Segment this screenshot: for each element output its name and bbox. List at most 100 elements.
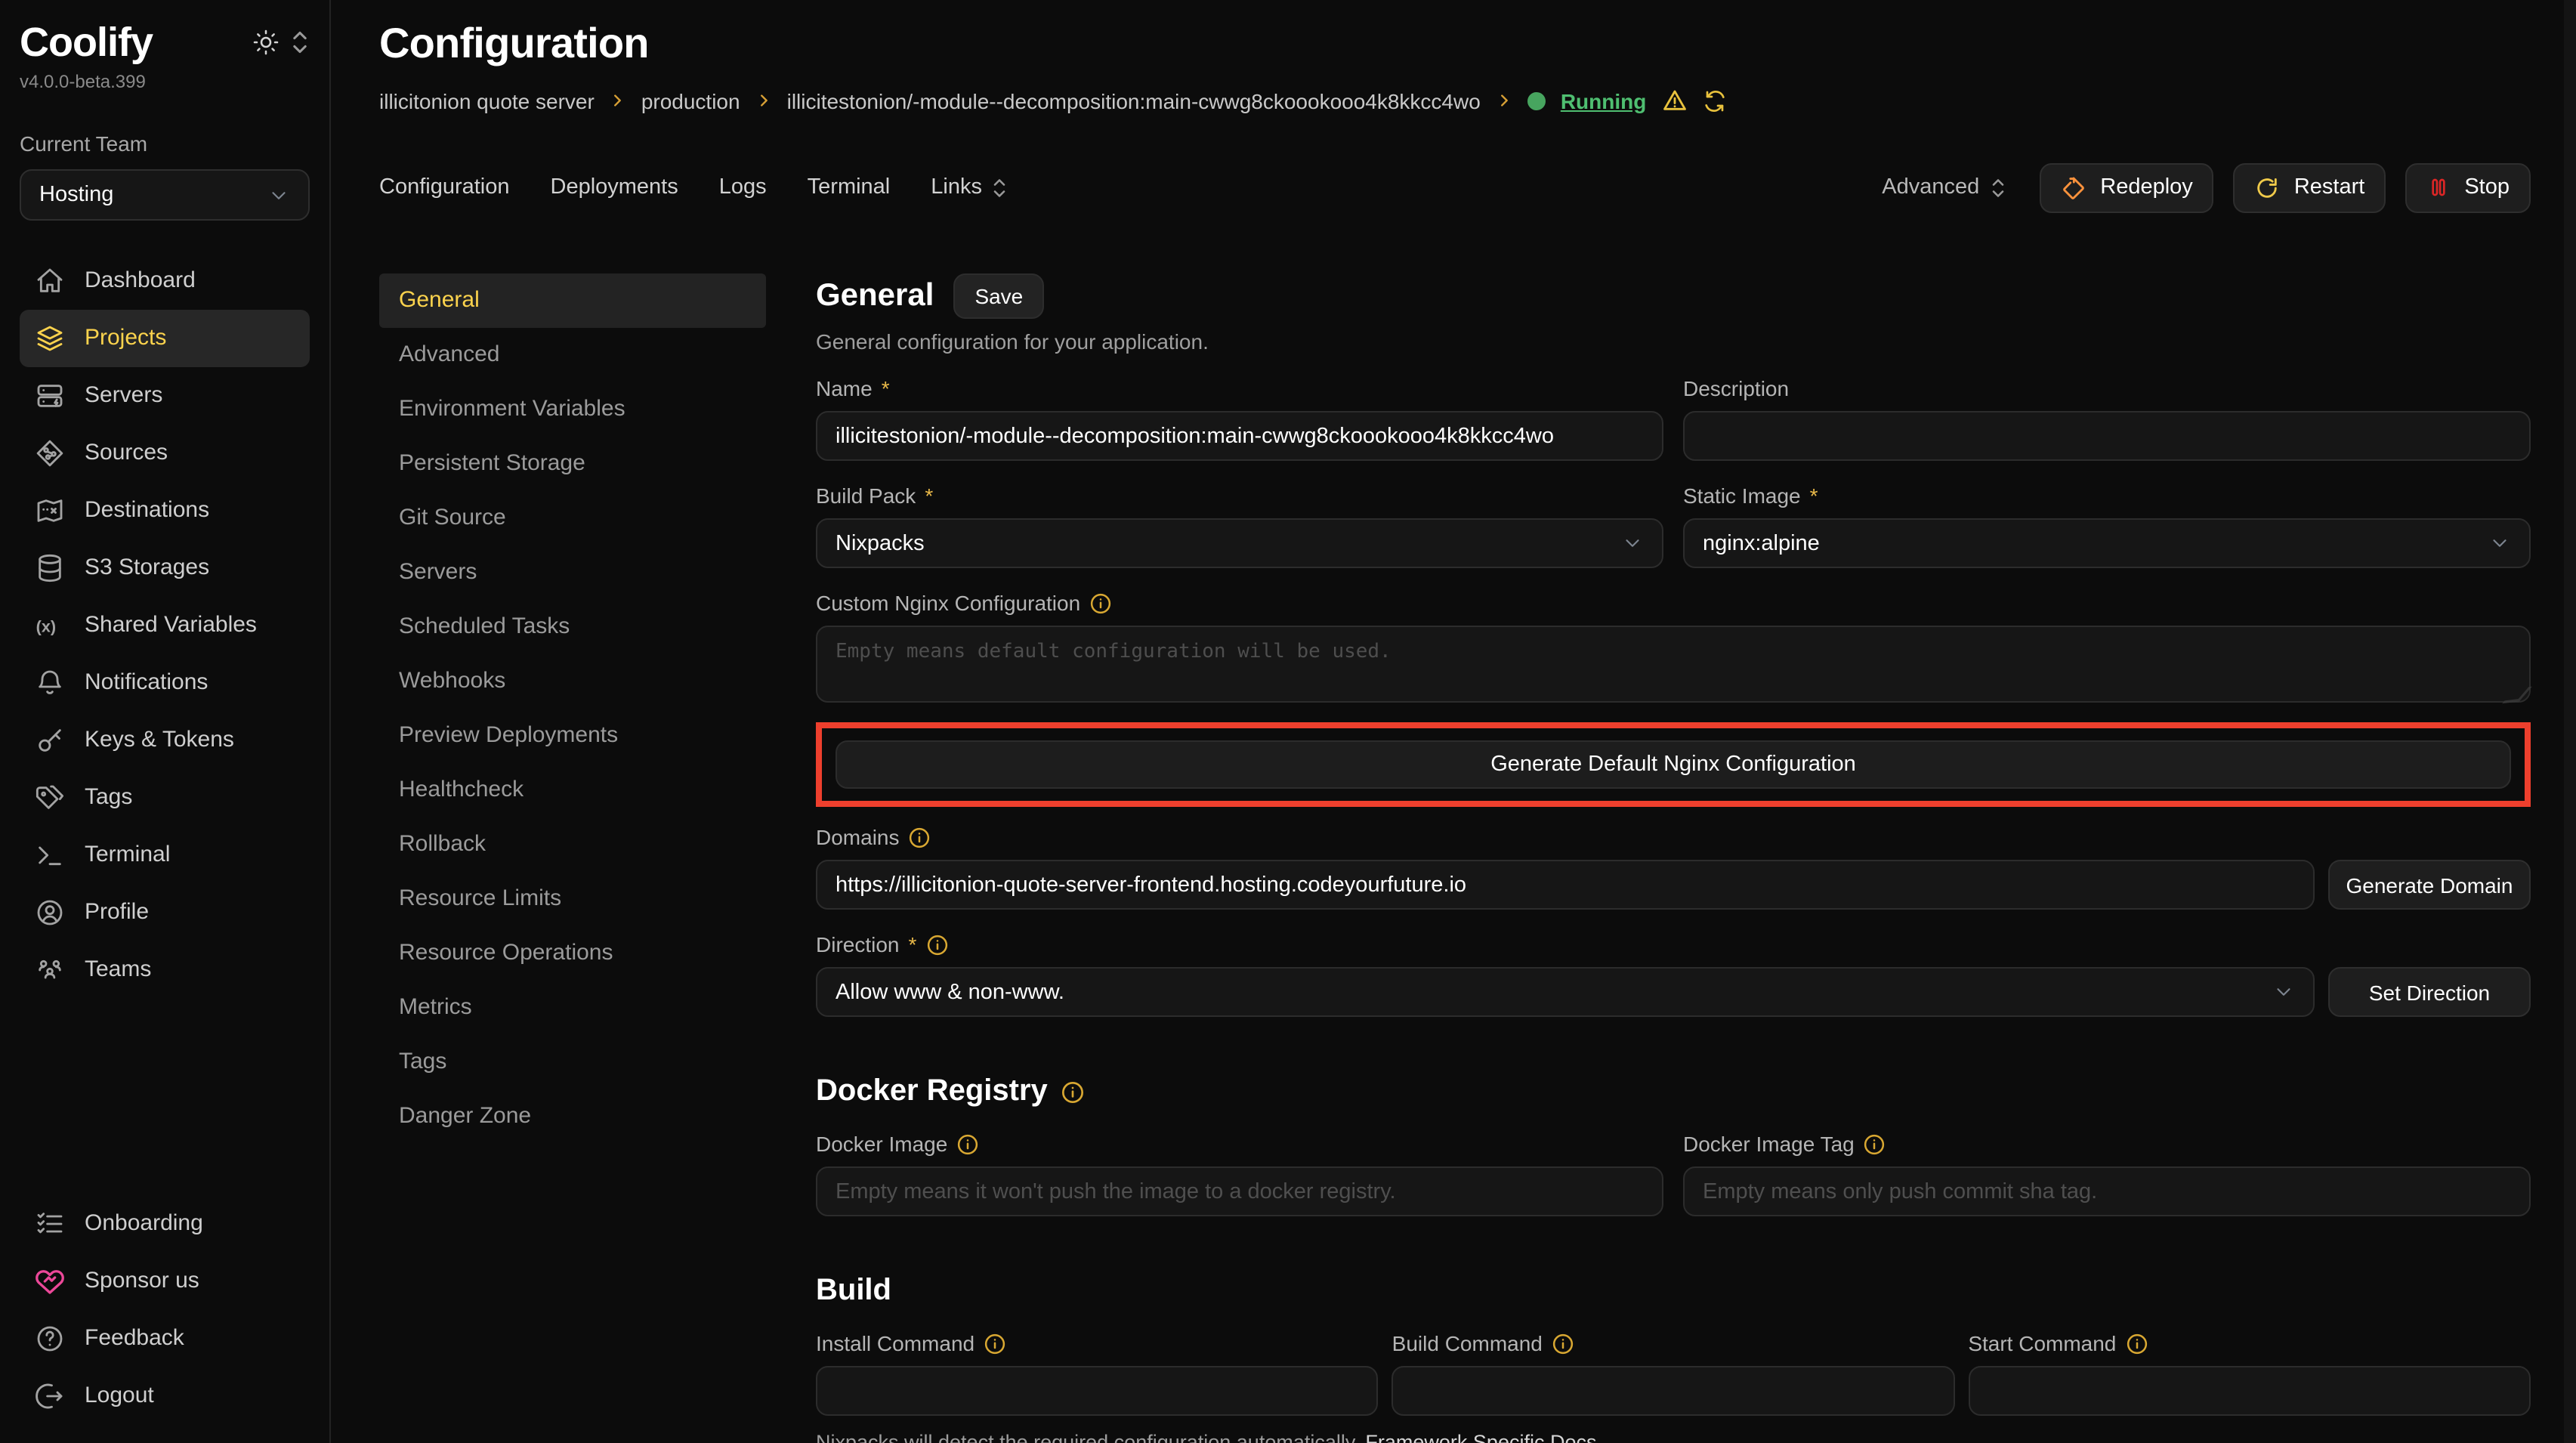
info-icon[interactable] — [909, 826, 931, 848]
description-input[interactable] — [1703, 424, 2511, 448]
subnav-resource-operations[interactable]: Resource Operations — [379, 926, 766, 981]
users-icon — [35, 955, 65, 985]
tab-terminal[interactable]: Terminal — [808, 175, 891, 199]
set-direction-button[interactable]: Set Direction — [2328, 967, 2531, 1017]
stop-button[interactable]: Stop — [2405, 162, 2531, 212]
sidebar-item-label: Onboarding — [85, 1207, 203, 1241]
sidebar-item-feedback[interactable]: Feedback — [20, 1310, 310, 1367]
generate-domain-button[interactable]: Generate Domain — [2328, 860, 2531, 910]
framework-docs-link[interactable]: Framework Specific Docs — [1365, 1431, 1596, 1443]
sidebar-item-terminal[interactable]: Terminal — [20, 827, 310, 884]
sidebar-item-servers[interactable]: Servers — [20, 367, 310, 425]
subnav-git-source[interactable]: Git Source — [379, 491, 766, 545]
sidebar-item-dashboard[interactable]: Dashboard — [20, 252, 310, 310]
refresh-icon[interactable] — [1702, 88, 1726, 113]
tab-configuration[interactable]: Configuration — [379, 175, 510, 199]
team-select[interactable]: Hosting — [20, 169, 310, 221]
domains-input[interactable] — [836, 873, 2295, 897]
tabs-row: Configuration Deployments Logs Terminal … — [379, 162, 2531, 213]
tab-links[interactable]: Links — [931, 175, 1008, 199]
install-command-label: Install Command — [816, 1331, 1379, 1355]
sidebar-item-label: Terminal — [85, 839, 170, 872]
info-icon[interactable] — [984, 1332, 1006, 1355]
info-icon[interactable] — [1061, 1080, 1086, 1104]
breadcrumb-environment[interactable]: production — [641, 88, 740, 113]
sidebar-item-sources[interactable]: Sources — [20, 425, 310, 482]
subnav-general[interactable]: General — [379, 273, 766, 328]
subnav-healthcheck[interactable]: Healthcheck — [379, 763, 766, 817]
theme-sun-icon[interactable] — [252, 29, 280, 56]
warning-triangle-icon[interactable] — [1661, 88, 1687, 113]
sidebar-item-teams[interactable]: Teams — [20, 941, 310, 999]
tab-deployments[interactable]: Deployments — [551, 175, 678, 199]
subnav-servers[interactable]: Servers — [379, 545, 766, 600]
checklist-icon — [35, 1209, 65, 1239]
subnav-scheduled-tasks[interactable]: Scheduled Tasks — [379, 600, 766, 654]
subnav-advanced[interactable]: Advanced — [379, 328, 766, 382]
sidebar-item-s3-storages[interactable]: S3 Storages — [20, 539, 310, 597]
terminal-icon — [35, 840, 65, 870]
sidebar-item-sponsor[interactable]: Sponsor us — [20, 1253, 310, 1310]
sidebar-item-projects[interactable]: Projects — [20, 310, 310, 367]
database-icon — [35, 553, 65, 583]
subnav-webhooks[interactable]: Webhooks — [379, 654, 766, 709]
sidebar-item-destinations[interactable]: Destinations — [20, 482, 310, 539]
static-image-label: Static Image* — [1683, 484, 2531, 508]
team-select-value: Hosting — [39, 183, 113, 207]
theme-chevron-updown-icon[interactable] — [290, 29, 310, 56]
subnav-preview-deployments[interactable]: Preview Deployments — [379, 709, 766, 763]
status-running-link[interactable]: Running — [1561, 88, 1647, 113]
required-mark: * — [1810, 484, 1818, 508]
restart-icon — [2255, 175, 2281, 200]
git-source-icon — [35, 438, 65, 468]
subnav-environment-variables[interactable]: Environment Variables — [379, 382, 766, 437]
user-circle-icon — [35, 898, 65, 928]
sidebar-item-notifications[interactable]: Notifications — [20, 654, 310, 712]
sidebar-item-onboarding[interactable]: Onboarding — [20, 1195, 310, 1253]
description-label: Description — [1683, 376, 2531, 400]
subnav-resource-limits[interactable]: Resource Limits — [379, 872, 766, 926]
sidebar-item-label: Keys & Tokens — [85, 724, 234, 757]
build-pack-select[interactable]: Nixpacks — [816, 518, 1663, 568]
sidebar-item-keys-tokens[interactable]: Keys & Tokens — [20, 712, 310, 769]
docker-image-input[interactable] — [836, 1179, 1644, 1204]
sponsor-heart-icon — [35, 1266, 65, 1296]
generate-nginx-config-button[interactable]: Generate Default Nginx Configuration — [836, 740, 2511, 789]
info-icon[interactable] — [956, 1132, 979, 1155]
restart-button[interactable]: Restart — [2234, 162, 2386, 212]
direction-select[interactable]: Allow www & non-www. — [816, 967, 2315, 1017]
save-button[interactable]: Save — [953, 273, 1044, 319]
tab-logs[interactable]: Logs — [719, 175, 767, 199]
docker-image-tag-input[interactable] — [1703, 1179, 2511, 1204]
key-icon — [35, 725, 65, 755]
redeploy-button[interactable]: Redeploy — [2040, 162, 2214, 212]
static-image-select[interactable]: nginx:alpine — [1683, 518, 2531, 568]
sidebar-item-shared-variables[interactable]: (x) Shared Variables — [20, 597, 310, 654]
scrollbar[interactable] — [2564, 0, 2576, 1443]
subnav-tags[interactable]: Tags — [379, 1035, 766, 1089]
sidebar-nav: Dashboard Projects Servers Sources Desti… — [20, 252, 310, 999]
info-icon[interactable] — [925, 933, 948, 956]
advanced-dropdown[interactable]: Advanced — [1882, 175, 2006, 199]
install-command-input[interactable] — [836, 1379, 1359, 1403]
name-input[interactable] — [836, 424, 1644, 448]
info-icon[interactable] — [2125, 1332, 2148, 1355]
subnav-metrics[interactable]: Metrics — [379, 981, 766, 1035]
sidebar-item-tags[interactable]: Tags — [20, 769, 310, 827]
breadcrumb-resource[interactable]: illicitestonion/-module--decomposition:m… — [787, 88, 1481, 113]
build-command-label: Build Command — [1392, 1331, 1955, 1355]
info-icon[interactable] — [1864, 1132, 1886, 1155]
breadcrumb-project[interactable]: illicitonion quote server — [379, 88, 595, 113]
nginx-config-textarea[interactable] — [816, 626, 2531, 703]
sidebar-item-profile[interactable]: Profile — [20, 884, 310, 941]
subnav-rollback[interactable]: Rollback — [379, 817, 766, 872]
subnav-persistent-storage[interactable]: Persistent Storage — [379, 437, 766, 491]
info-icon[interactable] — [1552, 1332, 1574, 1355]
subnav-danger-zone[interactable]: Danger Zone — [379, 1089, 766, 1144]
build-command-input[interactable] — [1412, 1379, 1935, 1403]
redeploy-label: Redeploy — [2100, 175, 2193, 199]
sidebar-item-logout[interactable]: Logout — [20, 1367, 310, 1425]
info-icon[interactable] — [1089, 592, 1112, 614]
start-command-input[interactable] — [1988, 1379, 2511, 1403]
required-mark: * — [909, 932, 917, 956]
